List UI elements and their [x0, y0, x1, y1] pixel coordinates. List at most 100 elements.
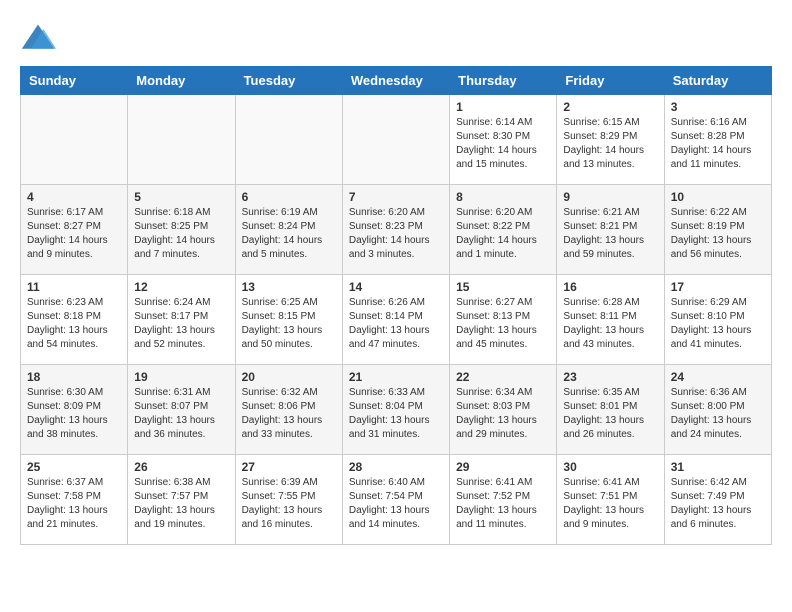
calendar-cell: 18 Sunrise: 6:30 AMSunset: 8:09 PMDayligh… [21, 365, 128, 455]
day-number: 3 [671, 100, 765, 114]
cell-content: Sunrise: 6:31 AMSunset: 8:07 PMDaylight:… [134, 386, 228, 442]
cell-content: Sunrise: 6:36 AMSunset: 8:00 PMDaylight:… [671, 386, 765, 442]
day-number: 7 [349, 190, 443, 204]
cell-content: Sunrise: 6:28 AMSunset: 8:11 PMDaylight:… [563, 296, 657, 352]
week-row-1: 1 Sunrise: 6:14 AMSunset: 8:30 PMDaylight… [21, 95, 772, 185]
cell-content: Sunrise: 6:33 AMSunset: 8:04 PMDaylight:… [349, 386, 443, 442]
day-header-monday: Monday [128, 67, 235, 95]
day-number: 8 [456, 190, 550, 204]
day-number: 13 [242, 280, 336, 294]
cell-content: Sunrise: 6:39 AMSunset: 7:55 PMDaylight:… [242, 476, 336, 532]
calendar-cell: 5 Sunrise: 6:18 AMSunset: 8:25 PMDaylight… [128, 185, 235, 275]
cell-content: Sunrise: 6:20 AMSunset: 8:22 PMDaylight:… [456, 206, 550, 262]
day-number: 17 [671, 280, 765, 294]
calendar-cell: 26Sunrise: 6:38 AMSunset: 7:57 PMDayligh… [128, 455, 235, 545]
cell-content: Sunrise: 6:40 AMSunset: 7:54 PMDaylight:… [349, 476, 443, 532]
week-row-3: 11 Sunrise: 6:23 AMSunset: 8:18 PMDayligh… [21, 275, 772, 365]
calendar-cell: 14 Sunrise: 6:26 AMSunset: 8:14 PMDayligh… [342, 275, 449, 365]
cell-content: Sunrise: 6:16 AMSunset: 8:28 PMDaylight:… [671, 116, 765, 172]
calendar-cell: 19 Sunrise: 6:31 AMSunset: 8:07 PMDayligh… [128, 365, 235, 455]
calendar-cell: 17Sunrise: 6:29 AMSunset: 8:10 PMDayligh… [664, 275, 771, 365]
cell-content: Sunrise: 6:35 AMSunset: 8:01 PMDaylight:… [563, 386, 657, 442]
calendar-cell: 22 Sunrise: 6:34 AMSunset: 8:03 PMDayligh… [450, 365, 557, 455]
logo-icon [20, 20, 56, 56]
header [20, 20, 772, 56]
cell-content: Sunrise: 6:24 AMSunset: 8:17 PMDaylight:… [134, 296, 228, 352]
day-number: 18 [27, 370, 121, 384]
calendar-cell [342, 95, 449, 185]
cell-content: Sunrise: 6:34 AMSunset: 8:03 PMDaylight:… [456, 386, 550, 442]
calendar-cell: 6Sunrise: 6:19 AMSunset: 8:24 PMDaylight… [235, 185, 342, 275]
calendar-cell [235, 95, 342, 185]
day-number: 14 [349, 280, 443, 294]
day-number: 12 [134, 280, 228, 294]
calendar-cell: 1 Sunrise: 6:14 AMSunset: 8:30 PMDaylight… [450, 95, 557, 185]
cell-content: Sunrise: 6:21 AMSunset: 8:21 PMDaylight:… [563, 206, 657, 262]
day-number: 9 [563, 190, 657, 204]
calendar-cell: 12 Sunrise: 6:24 AMSunset: 8:17 PMDayligh… [128, 275, 235, 365]
day-number: 25 [27, 460, 121, 474]
day-number: 20 [242, 370, 336, 384]
day-number: 22 [456, 370, 550, 384]
calendar-cell: 9 Sunrise: 6:21 AMSunset: 8:21 PMDaylight… [557, 185, 664, 275]
cell-content: Sunrise: 6:32 AMSunset: 8:06 PMDaylight:… [242, 386, 336, 442]
week-row-5: 25 Sunrise: 6:37 AMSunset: 7:58 PMDayligh… [21, 455, 772, 545]
calendar-cell: 16 Sunrise: 6:28 AMSunset: 8:11 PMDayligh… [557, 275, 664, 365]
logo [20, 20, 62, 56]
calendar-cell: 10Sunrise: 6:22 AMSunset: 8:19 PMDayligh… [664, 185, 771, 275]
cell-content: Sunrise: 6:14 AMSunset: 8:30 PMDaylight:… [456, 116, 550, 172]
calendar-cell: 3 Sunrise: 6:16 AMSunset: 8:28 PMDaylight… [664, 95, 771, 185]
day-number: 19 [134, 370, 228, 384]
cell-content: Sunrise: 6:25 AMSunset: 8:15 PMDaylight:… [242, 296, 336, 352]
cell-content: Sunrise: 6:17 AMSunset: 8:27 PMDaylight:… [27, 206, 121, 262]
cell-content: Sunrise: 6:37 AMSunset: 7:58 PMDaylight:… [27, 476, 121, 532]
cell-content: Sunrise: 6:27 AMSunset: 8:13 PMDaylight:… [456, 296, 550, 352]
calendar-cell: 31 Sunrise: 6:42 AMSunset: 7:49 PMDayligh… [664, 455, 771, 545]
day-number: 4 [27, 190, 121, 204]
calendar-cell: 13 Sunrise: 6:25 AMSunset: 8:15 PMDayligh… [235, 275, 342, 365]
week-row-4: 18 Sunrise: 6:30 AMSunset: 8:09 PMDayligh… [21, 365, 772, 455]
calendar-cell: 24 Sunrise: 6:36 AMSunset: 8:00 PMDayligh… [664, 365, 771, 455]
calendar-cell: 4 Sunrise: 6:17 AMSunset: 8:27 PMDaylight… [21, 185, 128, 275]
day-header-saturday: Saturday [664, 67, 771, 95]
calendar-cell: 7 Sunrise: 6:20 AMSunset: 8:23 PMDaylight… [342, 185, 449, 275]
day-number: 1 [456, 100, 550, 114]
day-header-wednesday: Wednesday [342, 67, 449, 95]
cell-content: Sunrise: 6:19 AMSunset: 8:24 PMDaylight:… [242, 206, 336, 262]
calendar-cell: 20 Sunrise: 6:32 AMSunset: 8:06 PMDayligh… [235, 365, 342, 455]
cell-content: Sunrise: 6:23 AMSunset: 8:18 PMDaylight:… [27, 296, 121, 352]
day-number: 15 [456, 280, 550, 294]
calendar-table: SundayMondayTuesdayWednesdayThursdayFrid… [20, 66, 772, 545]
cell-content: Sunrise: 6:42 AMSunset: 7:49 PMDaylight:… [671, 476, 765, 532]
cell-content: Sunrise: 6:22 AMSunset: 8:19 PMDaylight:… [671, 206, 765, 262]
cell-content: Sunrise: 6:18 AMSunset: 8:25 PMDaylight:… [134, 206, 228, 262]
day-number: 21 [349, 370, 443, 384]
calendar-cell: 15 Sunrise: 6:27 AMSunset: 8:13 PMDayligh… [450, 275, 557, 365]
day-number: 30 [563, 460, 657, 474]
calendar-cell: 8 Sunrise: 6:20 AMSunset: 8:22 PMDaylight… [450, 185, 557, 275]
cell-content: Sunrise: 6:20 AMSunset: 8:23 PMDaylight:… [349, 206, 443, 262]
day-number: 29 [456, 460, 550, 474]
calendar-cell: 2Sunrise: 6:15 AMSunset: 8:29 PMDaylight… [557, 95, 664, 185]
calendar-cell: 27Sunrise: 6:39 AMSunset: 7:55 PMDayligh… [235, 455, 342, 545]
day-number: 16 [563, 280, 657, 294]
calendar-cell [128, 95, 235, 185]
calendar-cell [21, 95, 128, 185]
day-header-friday: Friday [557, 67, 664, 95]
calendar-cell: 25 Sunrise: 6:37 AMSunset: 7:58 PMDayligh… [21, 455, 128, 545]
day-number: 26 [134, 460, 228, 474]
day-number: 5 [134, 190, 228, 204]
day-number: 31 [671, 460, 765, 474]
cell-content: Sunrise: 6:30 AMSunset: 8:09 PMDaylight:… [27, 386, 121, 442]
cell-content: Sunrise: 6:41 AMSunset: 7:52 PMDaylight:… [456, 476, 550, 532]
header-row: SundayMondayTuesdayWednesdayThursdayFrid… [21, 67, 772, 95]
calendar-cell: 21 Sunrise: 6:33 AMSunset: 8:04 PMDayligh… [342, 365, 449, 455]
day-number: 24 [671, 370, 765, 384]
cell-content: Sunrise: 6:15 AMSunset: 8:29 PMDaylight:… [563, 116, 657, 172]
calendar-cell: 23Sunrise: 6:35 AMSunset: 8:01 PMDayligh… [557, 365, 664, 455]
day-number: 11 [27, 280, 121, 294]
cell-content: Sunrise: 6:26 AMSunset: 8:14 PMDaylight:… [349, 296, 443, 352]
week-row-2: 4 Sunrise: 6:17 AMSunset: 8:27 PMDaylight… [21, 185, 772, 275]
calendar-cell: 11 Sunrise: 6:23 AMSunset: 8:18 PMDayligh… [21, 275, 128, 365]
calendar-cell: 28Sunrise: 6:40 AMSunset: 7:54 PMDayligh… [342, 455, 449, 545]
